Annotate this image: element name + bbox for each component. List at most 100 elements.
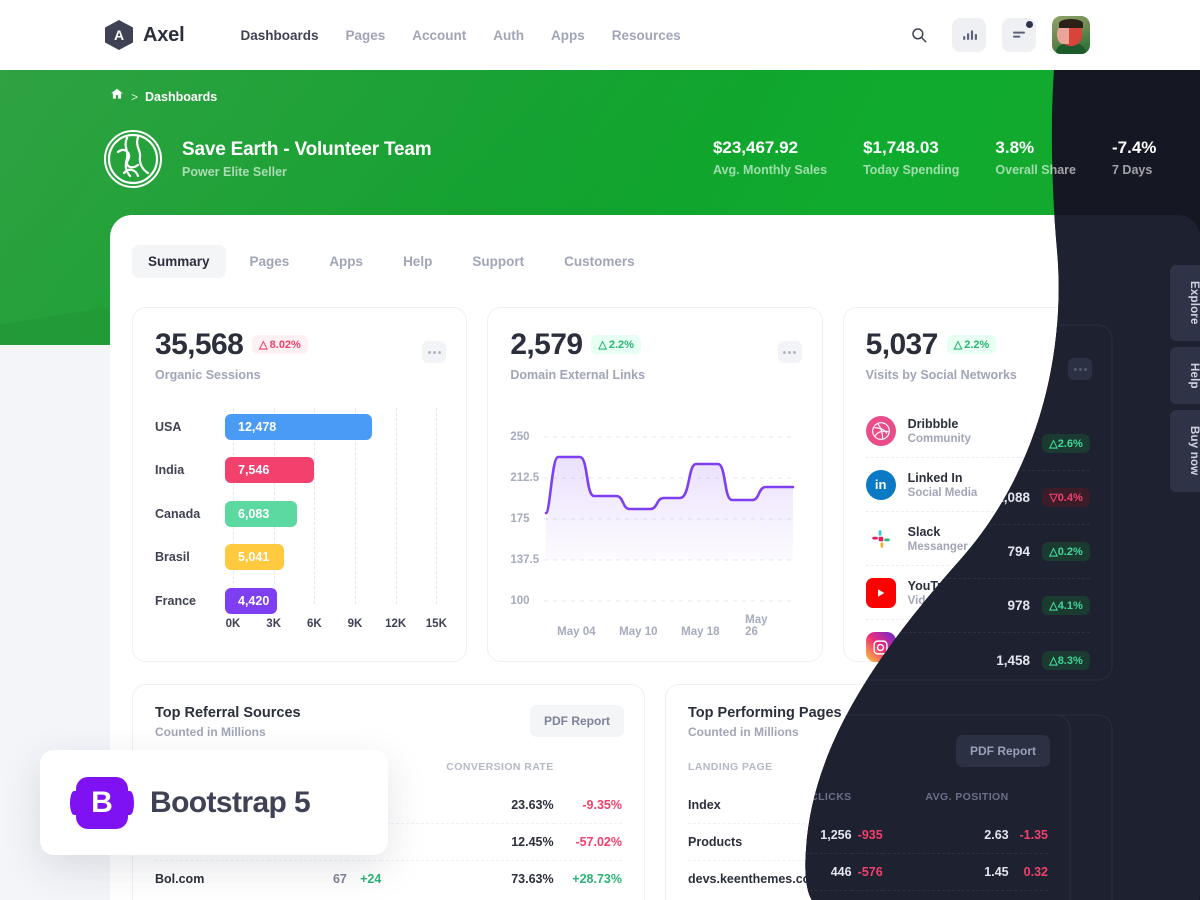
card-options-button[interactable] <box>1132 341 1157 363</box>
social-delta-badge: △︎8.3% <box>1106 637 1155 657</box>
tab-help[interactable]: Help <box>387 245 448 278</box>
card-domain-external-links: 2,579 △︎ 2.2% Domain External Links 250 21… <box>487 307 823 662</box>
nav-item-auth[interactable]: Auth <box>493 28 524 43</box>
notifications-icon[interactable] <box>1002 18 1036 52</box>
hero-stat: -7.4% 7 Days <box>1094 138 1200 177</box>
top-actions <box>902 0 1200 70</box>
nav-item-pages[interactable]: Pages <box>345 28 385 43</box>
nav-item-apps[interactable]: Apps <box>551 28 585 43</box>
bootstrap-badge-card[interactable]: B Bootstrap 5 <box>40 750 388 855</box>
nav-item-resources[interactable]: Resources <box>612 28 681 43</box>
list-item[interactable]: Instagram Social Network 1,458 △︎8.3% <box>865 620 1155 674</box>
social-name: YouTube <box>907 578 960 593</box>
x-tick: 12K <box>385 618 407 630</box>
x-tick: May 10 <box>619 626 658 638</box>
organic-sessions-subtitle: Organic Sessions <box>155 368 261 382</box>
bar-label: Brasil <box>155 550 190 564</box>
social-name: Slack <box>907 524 941 539</box>
card-organic-sessions: 35,568 △︎ 8.02% Organic Sessions USA 12,478… <box>132 307 468 662</box>
social-sub: Community <box>907 432 971 445</box>
social-value: 579 <box>1072 423 1095 438</box>
area-chart-domain-links: 250 212.5 175 137.5 100 May 04 May 10 Ma… <box>510 400 799 638</box>
hero-stat-value: $1,748.03 <box>863 138 939 157</box>
breadcrumb-current[interactable]: Dashboards <box>145 90 217 104</box>
social-visits-value: 5,037 <box>865 328 939 361</box>
x-tick: 15K <box>425 618 447 630</box>
avatar[interactable] <box>1052 16 1090 54</box>
bar-value: 7,546 <box>225 457 314 483</box>
y-tick: 175 <box>510 513 530 525</box>
table-row[interactable]: Bol.com 67 +24 73.63% +28.73% <box>155 860 622 897</box>
x-tick: 3K <box>266 618 282 630</box>
tab-summary[interactable]: Summary <box>132 244 226 278</box>
hero-stat-value: 3.8% <box>995 138 1035 157</box>
card-options-button[interactable] <box>422 341 447 363</box>
bar-value: 5,041 <box>225 544 284 570</box>
domain-links-badge: △︎ 2.2% <box>591 335 641 354</box>
pdf-report-button[interactable]: PDF Report <box>530 705 624 737</box>
bar-chart-organic-sessions: USA 12,478 India 7,546 Canada 6,083 Brasil 5… <box>155 408 447 638</box>
brand-logo[interactable]: A Axel <box>105 20 185 50</box>
table-row[interactable]: Index 1,256 -935 2.63 -1.35 <box>688 787 1155 824</box>
social-networks-list: Dribbble Community 579 △︎2.6% in Linked I… <box>865 404 1155 674</box>
tab-customers[interactable]: Customers <box>548 245 651 278</box>
notification-badge-dot <box>1026 21 1033 28</box>
pdf-report-button[interactable]: PDF Report <box>1063 705 1157 737</box>
table-row[interactable]: devs.keenthemes.com 67 +24 7.63 +8.73 <box>688 860 1155 897</box>
card-top-performing-pages: Top Performing Pages Counted in Millions… <box>665 684 1178 900</box>
bar-row: Brasil 5,041 <box>155 539 444 576</box>
breadcrumb-separator: > <box>131 89 139 104</box>
hero-stat-label: Overall Share <box>995 163 1076 177</box>
team-logo-icon <box>104 130 162 188</box>
slack-icon <box>866 524 896 554</box>
tab-bar: Summary Pages Apps Help Support Customer… <box>110 215 1200 287</box>
rail-button-explore[interactable]: Explore <box>1170 265 1200 341</box>
list-item[interactable]: YouTube Video Channel 978 △︎4.1% <box>865 566 1155 620</box>
tab-apps[interactable]: Apps <box>313 245 379 278</box>
social-sub: Social Network <box>907 649 991 661</box>
tab-pages[interactable]: Pages <box>234 245 306 278</box>
top-navigation-bar: A Axel Dashboards Pages Account Auth App… <box>0 0 1200 70</box>
column-header: CONVERSION RATE <box>446 761 554 773</box>
hero-stat-label: Today Spending <box>863 163 960 177</box>
bar-value: 6,083 <box>225 500 297 527</box>
column-header <box>554 761 622 787</box>
y-tick: 250 <box>510 431 530 443</box>
rail-button-buy-now[interactable]: Buy now <box>1170 410 1200 492</box>
y-tick: 212.5 <box>510 472 540 484</box>
social-value: 1,088 <box>1061 477 1095 492</box>
stat-cards-row: 35,568 △︎ 8.02% Organic Sessions USA 12,478… <box>110 287 1200 662</box>
table-row[interactable]: Products 446 -576 1.45 0.32 <box>688 823 1155 861</box>
hero-stat-label: Avg. Monthly Sales <box>712 163 828 177</box>
social-delta-badge: △︎2.6% <box>1106 421 1155 440</box>
brand-name: Axel <box>143 23 185 46</box>
home-icon[interactable] <box>110 87 124 106</box>
team-name: Save Earth - Volunteer Team <box>182 139 432 160</box>
bootstrap-icon: B <box>70 776 134 829</box>
search-icon[interactable] <box>902 18 936 52</box>
bar-label: USA <box>155 419 182 434</box>
tab-support[interactable]: Support <box>456 245 540 278</box>
list-item[interactable]: Slack Messanger 794 △︎0.2% <box>865 512 1155 566</box>
bar-label: Canada <box>155 506 201 521</box>
social-visits-badge: △︎ 2.2% <box>946 335 997 354</box>
list-item[interactable]: in Linked In Social Media 1,088 ▽︎0.4% <box>865 458 1155 512</box>
social-sub: Messanger <box>907 540 968 553</box>
list-item[interactable]: Dribbble Community 579 △︎2.6% <box>865 404 1155 458</box>
hero-stat-label: 7 Days <box>1112 163 1153 177</box>
main-menu: Dashboards Pages Account Auth Apps Resou… <box>240 28 680 43</box>
hero-stats: $23,467.92 Avg. Monthly Sales $1,748.03 … <box>695 138 1200 177</box>
breadcrumb: > Dashboards <box>110 87 217 106</box>
social-visits-subtitle: Visits by Social Networks <box>865 368 1017 382</box>
social-name: Dribbble <box>907 416 959 431</box>
nav-item-account[interactable]: Account <box>412 28 466 43</box>
social-value: 1,458 <box>1061 639 1095 655</box>
y-tick: 100 <box>510 595 530 607</box>
card-options-button[interactable] <box>777 341 802 363</box>
domain-links-subtitle: Domain External Links <box>510 368 646 382</box>
rail-button-help[interactable]: Help <box>1170 346 1200 405</box>
area-chart-svg <box>544 436 797 602</box>
activity-icon[interactable] <box>952 18 986 52</box>
nav-item-dashboards[interactable]: Dashboards <box>240 28 318 43</box>
column-header <box>1111 761 1155 787</box>
